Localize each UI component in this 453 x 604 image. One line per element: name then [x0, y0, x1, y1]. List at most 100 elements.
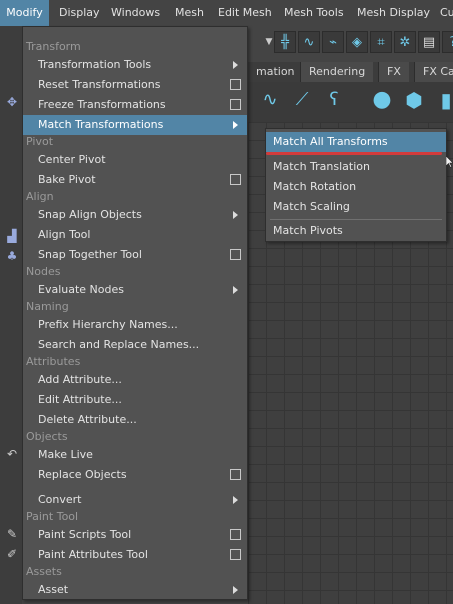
menu-item-bake-pivot[interactable]: Bake Pivot: [23, 170, 247, 190]
cylinder-icon[interactable]: ▮: [432, 86, 453, 114]
curve-cv-icon[interactable]: ⟋: [288, 86, 316, 114]
submenu-arrow-icon: [233, 121, 238, 129]
curve-ep-icon[interactable]: ∿: [256, 86, 284, 114]
menu-mesh-tools[interactable]: Mesh Tools: [284, 0, 344, 26]
sphere-icon[interactable]: ●: [368, 86, 396, 114]
menu-curves[interactable]: Cu: [440, 0, 453, 26]
submenu-arrow-icon: [233, 61, 238, 69]
menu-mesh-display[interactable]: Mesh Display: [357, 0, 430, 26]
menu-item-convert[interactable]: Convert: [23, 490, 247, 510]
submenu-item-match-rotation[interactable]: Match Rotation: [266, 177, 446, 197]
submenu-item-match-translation[interactable]: Match Translation: [266, 157, 446, 177]
snap-point-icon[interactable]: ⌁: [322, 31, 344, 53]
option-box-icon[interactable]: [230, 79, 241, 90]
menu-item-asset[interactable]: Asset: [23, 580, 247, 600]
submenu-item-label: Match Rotation: [273, 180, 357, 193]
nodes-icon[interactable]: ♣: [4, 248, 20, 264]
option-box-icon[interactable]: [230, 99, 241, 110]
menu-item-label: Replace Objects: [38, 468, 127, 481]
menu-item-evaluate-nodes[interactable]: Evaluate Nodes: [23, 280, 247, 300]
section-nodes: Nodes: [26, 265, 61, 278]
menu-item-snap-together-tool[interactable]: Snap Together Tool: [23, 245, 247, 265]
menu-edit-mesh[interactable]: Edit Mesh: [218, 0, 272, 26]
snap-view-icon[interactable]: ◈: [346, 31, 368, 53]
menu-item-label: Search and Replace Names...: [38, 338, 200, 351]
menu-mesh[interactable]: Mesh: [175, 0, 204, 26]
section-objects: Objects: [26, 430, 68, 443]
submenu-item-label: Match Pivots: [273, 224, 343, 237]
menu-item-label: Make Live: [38, 448, 93, 461]
menu-item-label: Evaluate Nodes: [38, 283, 124, 296]
menu-item-label: Transformation Tools: [38, 58, 152, 71]
submenu-arrow-icon: [233, 286, 238, 294]
menu-item-delete-attribute[interactable]: Delete Attribute...: [23, 410, 247, 430]
option-box-icon[interactable]: [230, 249, 241, 260]
shelf-tabs: mation Rendering FX FX Ca: [248, 62, 453, 82]
tab-fx[interactable]: FX: [378, 62, 409, 82]
submenu-item-match-pivots[interactable]: Match Pivots: [266, 221, 446, 241]
tab-animation[interactable]: mation: [248, 62, 303, 82]
hook-icon: ↶: [6, 447, 18, 461]
tab-rendering[interactable]: Rendering: [300, 62, 374, 82]
shelf: ∿ ⟋ ʕ ● ⬢ ▮: [248, 82, 453, 122]
option-box-icon[interactable]: [230, 174, 241, 185]
clapper-icon[interactable]: ▤: [418, 31, 440, 53]
menu-item-label: Paint Scripts Tool: [38, 528, 132, 541]
menu-item-paint-attributes-tool[interactable]: Paint Attributes Tool: [23, 545, 247, 565]
menu-item-label: Add Attribute...: [38, 373, 122, 386]
paint-brush-icon: ✎: [6, 527, 18, 541]
menu-display[interactable]: Display: [59, 0, 100, 26]
mouse-cursor-icon: [446, 156, 453, 168]
menu-item-transformation-tools[interactable]: Transformation Tools: [23, 55, 247, 75]
snap-surface-icon[interactable]: ⌗: [370, 31, 392, 53]
menu-item-match-transformations[interactable]: Match Transformations: [23, 115, 247, 135]
section-transform: Transform: [26, 40, 81, 53]
curve-bezier-icon[interactable]: ʕ: [320, 86, 348, 114]
submenu-arrow-icon: [233, 496, 238, 504]
menu-item-label: Freeze Transformations: [38, 98, 166, 111]
menu-modify[interactable]: Modify: [0, 0, 49, 26]
paint-brush-alt-icon: ✐: [6, 547, 18, 561]
section-attributes: Attributes: [26, 355, 81, 368]
menu-item-label: Snap Together Tool: [38, 248, 142, 261]
menu-item-search-replace-names[interactable]: Search and Replace Names...: [23, 335, 247, 355]
chart-icon[interactable]: ▟: [4, 228, 20, 244]
section-paint-tool: Paint Tool: [26, 510, 79, 523]
menu-item-make-live[interactable]: Make Live: [23, 445, 247, 465]
menu-item-label: Bake Pivot: [38, 173, 96, 186]
menu-windows[interactable]: Windows: [111, 0, 160, 26]
menu-item-add-attribute[interactable]: Add Attribute...: [23, 370, 247, 390]
modify-dropdown-menu: Transform Transformation Tools Reset Tra…: [22, 26, 248, 600]
move-tool-icon[interactable]: ✥: [4, 94, 20, 110]
section-naming: Naming: [26, 300, 69, 313]
menu-item-label: Reset Transformations: [38, 78, 161, 91]
tab-fx-caching[interactable]: FX Ca: [414, 62, 453, 82]
submenu-item-label: Match All Transforms: [273, 135, 388, 148]
menu-item-label: Center Pivot: [38, 153, 106, 166]
section-assets: Assets: [26, 565, 62, 578]
snap-live-icon[interactable]: ✲: [394, 31, 416, 53]
submenu-item-match-all-transforms[interactable]: Match All Transforms: [266, 132, 446, 152]
menu-item-reset-transformations[interactable]: Reset Transformations: [23, 75, 247, 95]
menu-item-edit-attribute[interactable]: Edit Attribute...: [23, 390, 247, 410]
menu-item-snap-align-objects[interactable]: Snap Align Objects: [23, 205, 247, 225]
menu-item-label: Align Tool: [38, 228, 91, 241]
cube-icon[interactable]: ⬢: [400, 86, 428, 114]
menu-item-align-tool[interactable]: Align Tool: [23, 225, 247, 245]
section-align: Align: [26, 190, 54, 203]
submenu-item-match-scaling[interactable]: Match Scaling: [266, 197, 446, 217]
menu-item-center-pivot[interactable]: Center Pivot: [23, 150, 247, 170]
snap-grid-icon[interactable]: ╬: [274, 31, 296, 53]
menu-bar: Modify Display Windows Mesh Edit Mesh Me…: [0, 0, 453, 26]
menu-item-paint-scripts-tool[interactable]: Paint Scripts Tool: [23, 525, 247, 545]
snap-curve-icon[interactable]: ∿: [298, 31, 320, 53]
option-box-icon[interactable]: [230, 549, 241, 560]
option-box-icon[interactable]: [230, 469, 241, 480]
left-tool-strip: ✥ ▟ ♣ ↶ ✎ ✐: [0, 26, 22, 604]
menu-item-freeze-transformations[interactable]: Freeze Transformations: [23, 95, 247, 115]
menu-item-prefix-hierarchy-names[interactable]: Prefix Hierarchy Names...: [23, 315, 247, 335]
option-box-icon[interactable]: [230, 529, 241, 540]
help-icon[interactable]: ?: [442, 31, 453, 53]
menu-item-replace-objects[interactable]: Replace Objects: [23, 465, 247, 485]
status-toolbar: ▼ ╬ ∿ ⌁ ◈ ⌗ ✲ ▤ ?: [248, 26, 453, 60]
